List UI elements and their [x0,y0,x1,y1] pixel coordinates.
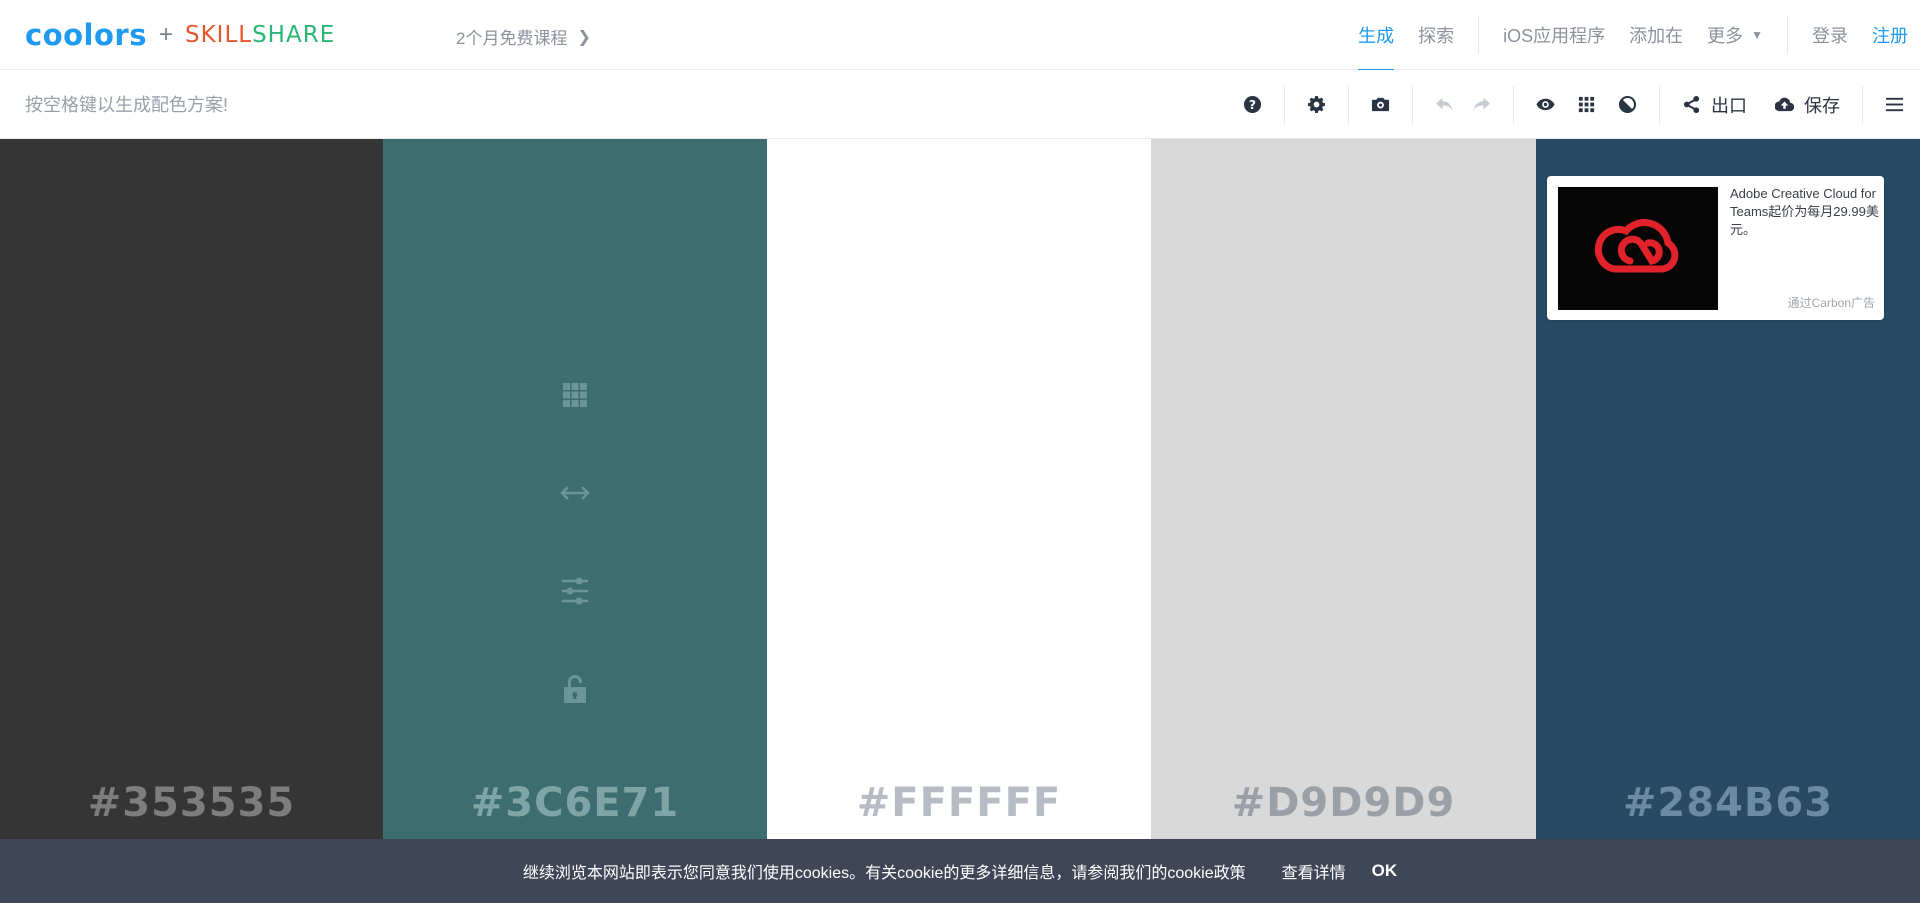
color-swatch-1[interactable]: #353535 [0,139,383,839]
drag-handle[interactable] [559,477,591,509]
gear-icon [1307,95,1326,114]
eye-icon [1536,98,1555,111]
chevron-right-icon: ❯ [577,28,591,46]
carbon-ad: Adobe Creative Cloud for Teams起价为每月29.99… [1547,176,1884,320]
redo-icon [1473,97,1491,111]
adobe-creative-cloud-logo [1594,218,1679,272]
export-label: 出口 [1711,95,1747,116]
question-icon: ? [1243,95,1262,114]
grid-icon [1578,96,1595,113]
toolbar-divider [1862,85,1863,124]
nav-divider [1478,16,1480,54]
logo-plus: + [158,20,173,48]
toolbar-divider [1284,85,1285,124]
cloud-upload-icon [1775,97,1794,112]
top-navigation: coolors + SKILLSHARE 2个月免费课程 ❯ 生成 探索 iOS… [0,0,1920,71]
share-icon [1683,95,1700,114]
skillshare-logo-part-b: SHARE [252,21,336,48]
nav-generate[interactable]: 生成 [1346,0,1406,71]
color-swatch-4[interactable]: #D9D9D9 [1151,139,1536,839]
promo-label: 2个月免费课程 [456,29,568,48]
view-button[interactable] [1522,70,1569,139]
toolbar-divider [1412,85,1413,124]
color-swatch-3[interactable]: #FFFFFF [767,139,1151,839]
layout-button[interactable] [1569,70,1604,139]
camera-button[interactable] [1357,70,1404,139]
promo-link[interactable]: 2个月免费课程 ❯ [456,24,591,49]
logo[interactable]: coolors + SKILLSHARE [25,18,335,52]
nav-signup[interactable]: 注册 [1860,0,1920,70]
ad-image[interactable] [1558,187,1718,310]
swatch-tools [383,379,767,705]
toolbar-actions: ? 出口 保存 [1229,70,1920,139]
grid-icon [563,383,587,407]
toolbar-divider [1348,85,1349,124]
nav-ios-app[interactable]: iOS应用程序 [1491,0,1617,70]
undo-button[interactable] [1421,70,1468,139]
hex-code-3[interactable]: #FFFFFF [767,780,1151,826]
hex-code-2[interactable]: #3C6E71 [383,780,767,826]
nav-explore[interactable]: 探索 [1406,0,1466,70]
cookie-ok-button[interactable]: OK [1372,861,1398,881]
contrast-icon [1618,95,1637,114]
skillshare-logo: SKILLSHARE [185,22,335,48]
menu-icon [1885,97,1904,112]
coolors-logo: coolors [25,17,147,52]
nav-more[interactable]: 更多 ▼ [1695,0,1775,70]
undo-icon [1435,97,1453,111]
toolbar-divider [1659,85,1660,124]
adjust-button[interactable] [559,575,591,607]
color-swatch-2[interactable]: #3C6E71 [383,139,767,839]
hex-code-4[interactable]: #D9D9D9 [1151,780,1536,826]
redo-button[interactable] [1468,70,1505,139]
toolbar-divider [1513,85,1514,124]
save-label: 保存 [1804,95,1840,116]
nav-more-label: 更多 [1707,26,1744,46]
cookie-message: 继续浏览本网站即表示您同意我们使用cookies。有关cookie的更多详细信息… [522,865,1246,882]
menu-button[interactable] [1871,70,1920,139]
cookie-details-link[interactable]: 查看详情 [1282,859,1346,883]
chevron-down-icon: ▼ [1751,28,1763,42]
contrast-button[interactable] [1604,70,1651,139]
nav-add-to[interactable]: 添加在 [1617,0,1695,70]
ad-text[interactable]: Adobe Creative Cloud for Teams起价为每月29.99… [1730,185,1880,239]
hex-code-1[interactable]: #353535 [0,780,383,826]
settings-button[interactable] [1293,70,1340,139]
cookie-banner: 继续浏览本网站即表示您同意我们使用cookies。有关cookie的更多详细信息… [0,839,1920,903]
help-button[interactable]: ? [1229,70,1276,139]
lock-open-icon [564,675,586,703]
drag-arrows-icon [560,486,590,500]
ad-attribution[interactable]: 通过Carbon广告 [1788,294,1875,311]
skillshare-logo-part-a: SKILL [184,21,253,48]
camera-icon [1371,97,1390,112]
save-button[interactable]: 保存 [1761,70,1854,139]
lock-button[interactable] [559,673,591,705]
svg-text:?: ? [1249,98,1256,112]
export-button[interactable]: 出口 [1668,70,1761,139]
hex-code-5[interactable]: #284B63 [1536,780,1920,826]
toolbar: 按空格键以生成配色方案! ? 出口 保存 [0,70,1920,139]
nav-login[interactable]: 登录 [1800,0,1860,70]
nav-divider [1787,16,1788,54]
sliders-icon [562,577,588,605]
spacebar-hint: 按空格键以生成配色方案! [25,95,228,115]
shades-button[interactable] [559,379,591,411]
nav-right: 生成 探索 iOS应用程序 添加在 更多 ▼ 登录 注册 [1346,0,1920,71]
